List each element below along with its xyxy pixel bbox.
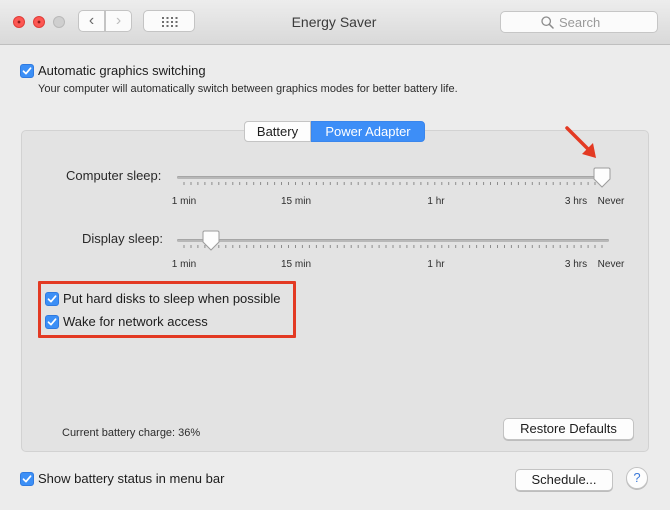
computer-sleep-tick-3hrs: 3 hrs: [564, 196, 588, 207]
show-all-button[interactable]: [143, 10, 195, 32]
show-battery-status-checkbox[interactable]: [20, 472, 34, 486]
automatic-graphics-switching-checkbox[interactable]: [20, 64, 34, 78]
search-icon: [541, 16, 554, 29]
battery-charge-status: Current battery charge: 36%: [62, 427, 201, 439]
help-button[interactable]: ?: [626, 467, 648, 489]
computer-sleep-tick-never: Never: [597, 196, 625, 207]
show-battery-status-label: Show battery status in menu bar: [38, 471, 225, 486]
automatic-graphics-switching-label: Automatic graphics switching: [38, 63, 206, 78]
restore-defaults-button[interactable]: Restore Defaults: [503, 418, 634, 440]
close-window-button[interactable]: [13, 16, 25, 28]
display-sleep-tick-1hr: 1 hr: [427, 259, 445, 270]
display-sleep-tick-3hrs: 3 hrs: [564, 259, 588, 270]
power-source-segmented-control: Battery Power Adapter: [244, 121, 425, 142]
navigation-buttons: ‹ ›: [78, 10, 134, 33]
back-button[interactable]: ‹: [78, 10, 105, 32]
automatic-graphics-switching-description: Your computer will automatically switch …: [38, 83, 458, 95]
annotation-arrow-icon: [565, 126, 596, 158]
computer-sleep-tick-1min: 1 min: [171, 196, 197, 207]
display-sleep-slider-track[interactable]: [177, 239, 609, 242]
search-field[interactable]: [500, 11, 658, 33]
minimize-window-button[interactable]: [33, 16, 45, 28]
annotation-highlight-box: [38, 281, 296, 338]
computer-sleep-label: Computer sleep:: [66, 168, 162, 183]
display-sleep-tick-marks: [183, 245, 603, 248]
computer-sleep-slider-track[interactable]: [177, 176, 609, 179]
computer-sleep-tick-marks: [183, 182, 603, 185]
display-sleep-slider-thumb[interactable]: [201, 230, 221, 252]
computer-sleep-slider-thumb[interactable]: [592, 167, 612, 189]
display-sleep-tick-15min: 15 min: [280, 259, 312, 270]
checkmark-icon: [22, 67, 32, 75]
zoom-window-button[interactable]: [53, 16, 65, 28]
window-title: Energy Saver: [291, 14, 377, 30]
schedule-button[interactable]: Schedule...: [515, 469, 613, 491]
checkmark-icon: [22, 475, 32, 483]
computer-sleep-tick-1hr: 1 hr: [427, 196, 445, 207]
tab-power-adapter[interactable]: Power Adapter: [311, 121, 425, 142]
computer-sleep-tick-15min: 15 min: [280, 196, 312, 207]
display-sleep-tick-1min: 1 min: [171, 259, 197, 270]
display-sleep-tick-never: Never: [597, 259, 625, 270]
show-all-grid-icon: [162, 17, 178, 27]
forward-button[interactable]: ›: [105, 10, 132, 32]
tab-battery[interactable]: Battery: [244, 121, 311, 142]
title-bar: ‹ › Energy Saver: [0, 0, 670, 45]
display-sleep-label: Display sleep:: [82, 231, 163, 246]
search-input[interactable]: [559, 14, 649, 30]
